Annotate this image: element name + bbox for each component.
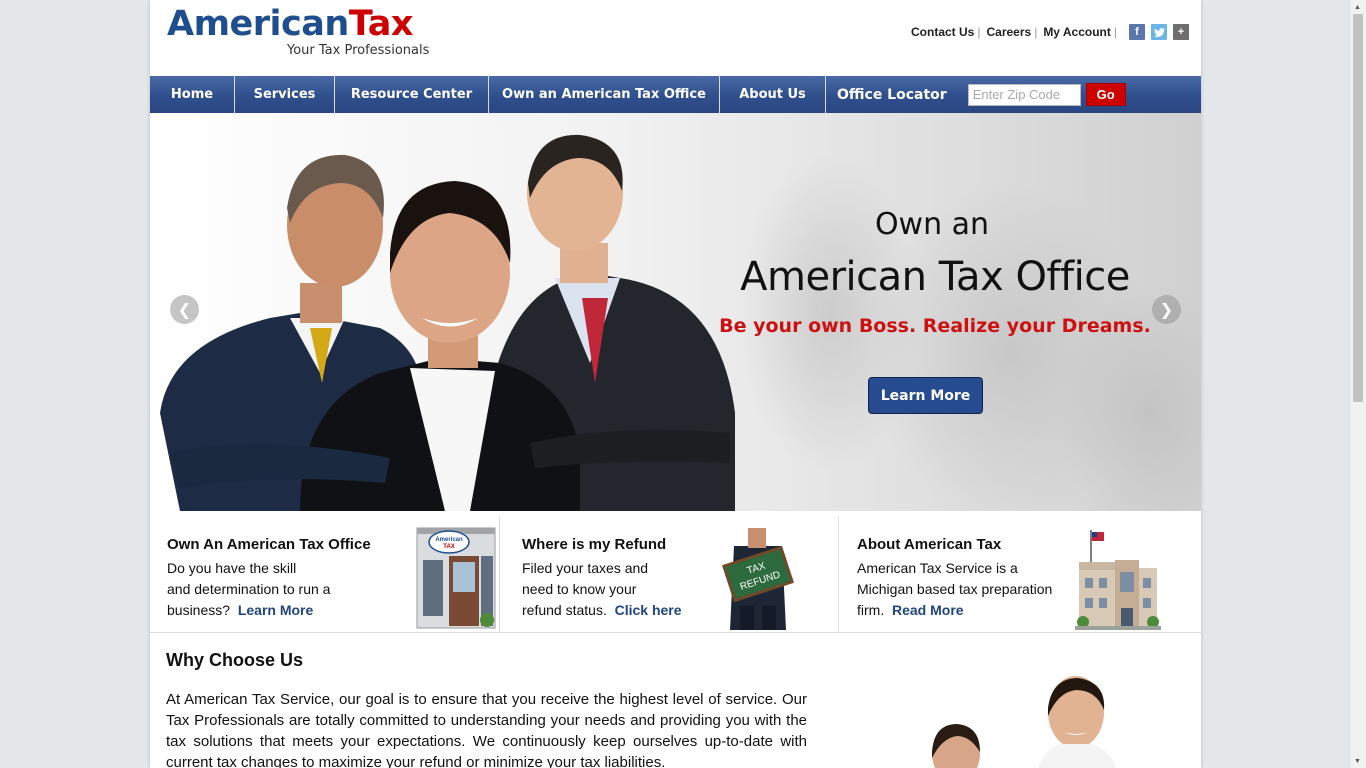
feature-line: firm. xyxy=(857,602,885,618)
feature-learn-more-link[interactable]: Learn More xyxy=(238,602,313,618)
carousel-prev-arrow[interactable]: ❮ xyxy=(170,295,199,324)
feature-click-here-link[interactable]: Click here xyxy=(615,602,682,618)
feature-title: About American Tax xyxy=(857,536,1002,553)
feature-line: Do you have the skill xyxy=(167,560,297,576)
why-choose-us-heading: Why Choose Us xyxy=(166,650,304,670)
nav-about-us[interactable]: About Us xyxy=(720,76,826,113)
nav-home[interactable]: Home xyxy=(150,76,235,113)
storefront-image: American TAX xyxy=(416,527,496,629)
office-locator-label: Office Locator xyxy=(837,86,947,103)
logo-text-american: American xyxy=(167,4,349,44)
main-nav: Home Services Resource Center Own an Ame… xyxy=(150,76,1201,113)
feature-text: Do you have the skill and determination … xyxy=(167,558,330,621)
twitter-icon[interactable] xyxy=(1151,24,1167,40)
go-button[interactable]: Go xyxy=(1085,83,1126,106)
nav-services[interactable]: Services xyxy=(235,76,335,113)
tax-refund-sign-image: TAX REFUND xyxy=(722,528,794,630)
feature-read-more-link[interactable]: Read More xyxy=(892,602,964,618)
feature-line: Filed your taxes and xyxy=(522,560,649,576)
feature-text: American Tax Service is a Michigan based… xyxy=(857,558,1052,621)
feature-strip: Own An American Tax Office Do you have t… xyxy=(150,516,1201,633)
page-container: AmericanTax Your Tax Professionals Conta… xyxy=(150,0,1201,768)
hero-banner: ❮ ❯ Own an American Tax Office Be your o… xyxy=(150,113,1201,511)
feature-title: Own An American Tax Office xyxy=(167,536,371,553)
google-plus-icon[interactable]: + xyxy=(1173,24,1189,40)
logo-text-tax: Tax xyxy=(348,4,414,44)
link-separator: | xyxy=(1034,25,1038,39)
feature-title: Where is my Refund xyxy=(522,536,667,553)
scroll-up-arrow[interactable]: ▲ xyxy=(1349,0,1366,14)
logo[interactable]: AmericanTax xyxy=(167,4,413,44)
link-separator: | xyxy=(977,25,981,39)
my-account-link[interactable]: My Account xyxy=(1043,25,1111,39)
contact-us-link[interactable]: Contact Us xyxy=(911,25,974,39)
nav-resource-center[interactable]: Resource Center xyxy=(335,76,489,113)
feature-line: American Tax Service is a xyxy=(857,560,1018,576)
tagline: Your Tax Professionals xyxy=(287,43,430,58)
why-choose-us-text: At American Tax Service, our goal is to … xyxy=(166,691,807,768)
feature-line: business? xyxy=(167,602,231,618)
hero-learn-more-button[interactable]: Learn More xyxy=(868,377,983,414)
feature-line: Michigan based tax preparation xyxy=(857,581,1053,597)
feature-line: and determination to run a xyxy=(167,581,331,597)
hero-heading-line1: Own an xyxy=(874,207,990,242)
top-links: Contact Us | Careers | My Account | f + xyxy=(911,24,1189,40)
svg-text:TAX: TAX xyxy=(443,544,455,550)
hero-heading-line2: American Tax Office xyxy=(740,254,1130,300)
scroll-down-arrow[interactable]: ▼ xyxy=(1349,754,1366,768)
feature-line: need to know your xyxy=(522,581,637,597)
nav-own-office[interactable]: Own an American Tax Office xyxy=(489,76,720,113)
feature-text: Filed your taxes and need to know your r… xyxy=(522,558,682,621)
scrollbar-thumb[interactable] xyxy=(1353,14,1363,402)
office-building-image xyxy=(1075,530,1161,630)
feature-refund: Where is my Refund Filed your taxes and … xyxy=(499,516,839,632)
hero-people-photo xyxy=(160,134,1201,511)
link-separator: | xyxy=(1113,25,1117,39)
svg-text:American: American xyxy=(435,537,463,543)
feature-own-office: Own An American Tax Office Do you have t… xyxy=(150,516,499,632)
zip-code-input[interactable] xyxy=(967,83,1081,106)
facebook-icon[interactable]: f xyxy=(1129,24,1145,40)
feature-about: About American Tax American Tax Service … xyxy=(838,516,1201,632)
feature-line: refund status. xyxy=(522,602,607,618)
careers-link[interactable]: Careers xyxy=(986,25,1031,39)
hero-subheading: Be your own Boss. Realize your Dreams. xyxy=(719,315,1151,337)
team-photo xyxy=(932,676,1116,768)
